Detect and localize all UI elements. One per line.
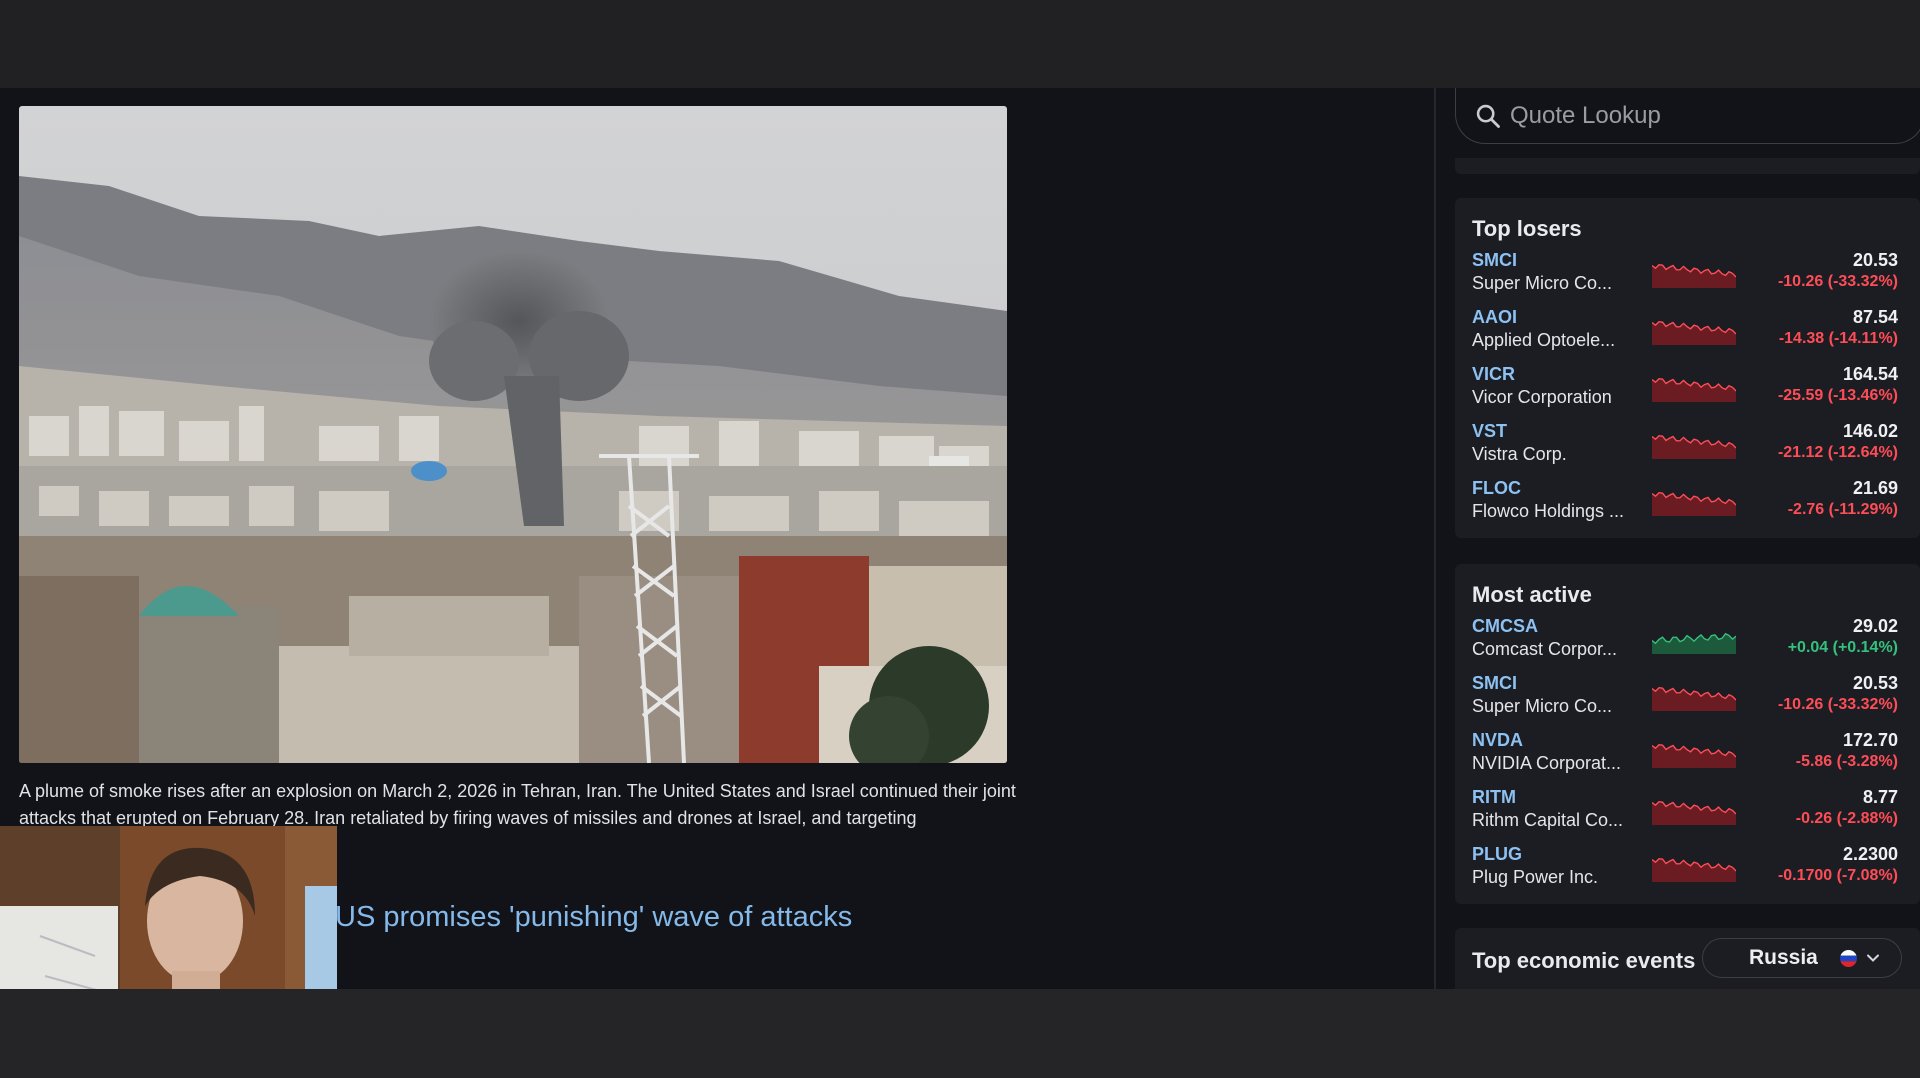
ticker-symbol[interactable]: RITM (1472, 787, 1516, 808)
quote-lookup-placeholder: Quote Lookup (1510, 101, 1661, 129)
country-select[interactable]: Russia (1702, 938, 1902, 978)
quote-lookup-strip (1455, 158, 1920, 174)
photo-caption: A plume of smoke rises after an explosio… (19, 781, 1016, 828)
company-name: Applied Optoele... (1472, 330, 1616, 350)
price-change: -25.59 (-13.46%) (1777, 387, 1898, 404)
quote-row-floc[interactable]: FLOC Flowco Holdings ... 21.69 -2.76 (-11.2… (1472, 478, 1910, 535)
price-change: -0.1700 (-7.08%) (1777, 867, 1898, 884)
sparkline-chart (1652, 686, 1736, 711)
price-change: -10.26 (-33.32%) (1777, 696, 1898, 713)
price-change: -2.76 (-11.29%) (1787, 501, 1898, 518)
economic-events-card: Top economic events Russia (1455, 928, 1920, 998)
last-price: 29.02 (1852, 616, 1898, 636)
sparkline-chart (1652, 320, 1736, 345)
most-active-card: Most active CMCSA Comcast Corpor... 29.02 +… (1455, 564, 1920, 904)
most-active-list: CMCSA Comcast Corpor... 29.02 +0.04 (+0.14%… (1472, 616, 1910, 901)
price-change: -5.86 (-3.28%) (1795, 753, 1898, 770)
ticker-symbol[interactable]: FLOC (1472, 478, 1521, 499)
price-change: -21.12 (-12.64%) (1777, 444, 1898, 461)
price-change: -10.26 (-33.32%) (1777, 273, 1898, 290)
ticker-symbol[interactable]: SMCI (1472, 250, 1517, 271)
last-price: 164.54 (1842, 364, 1898, 384)
last-price: 8.77 (1862, 787, 1898, 807)
search-icon (1476, 104, 1500, 128)
sparkline-chart (1652, 491, 1736, 516)
quote-row-vst[interactable]: VST Vistra Corp. 146.02 -21.12 (-12.64%) (1472, 421, 1910, 478)
company-name: Plug Power Inc. (1472, 867, 1599, 887)
sparkline-chart (1652, 743, 1736, 768)
sparkline-chart (1652, 434, 1736, 459)
quote-row-vicr[interactable]: VICR Vicor Corporation 164.54 -25.59 (-13.4… (1472, 364, 1910, 421)
ticker-symbol[interactable]: PLUG (1472, 844, 1522, 865)
sparkline-chart (1652, 800, 1736, 825)
ticker-symbol[interactable]: CMCSA (1472, 616, 1538, 637)
bottom-band (0, 989, 1920, 1078)
sparkline-chart (1652, 263, 1736, 288)
quote-row-smci[interactable]: SMCI Super Micro Co... 20.53 -10.26 (-33.32… (1472, 673, 1910, 730)
last-price: 146.02 (1842, 421, 1898, 441)
company-name: Super Micro Co... (1472, 273, 1613, 293)
last-price: 87.54 (1852, 307, 1898, 327)
chevron-down-icon (1867, 954, 1879, 962)
company-name: Comcast Corpor... (1472, 639, 1618, 659)
article-headline-link[interactable]: US promises 'punishing' wave of attacks (335, 901, 852, 934)
quote-row-cmcsa[interactable]: CMCSA Comcast Corpor... 29.02 +0.04 (+0.14%… (1472, 616, 1910, 673)
ticker-symbol[interactable]: AAOI (1472, 307, 1517, 328)
company-name: Vistra Corp. (1472, 444, 1567, 464)
company-name: NVIDIA Corporat... (1472, 753, 1622, 773)
price-change: -0.26 (-2.88%) (1795, 810, 1898, 827)
ticker-symbol[interactable]: SMCI (1472, 673, 1517, 694)
ticker-symbol[interactable]: VST (1472, 421, 1507, 442)
last-price: 20.53 (1852, 673, 1898, 693)
top-losers-list: SMCI Super Micro Co... 20.53 -10.26 (-33.32… (1472, 250, 1910, 535)
company-name: Rithm Capital Co... (1472, 810, 1624, 830)
country-select-value: Russia (1749, 946, 1818, 969)
economic-events-title[interactable]: Top economic events (1472, 948, 1695, 974)
quote-row-smci[interactable]: SMCI Super Micro Co... 20.53 -10.26 (-33.32… (1472, 250, 1910, 307)
company-name: Super Micro Co... (1472, 696, 1613, 716)
last-price: 172.70 (1842, 730, 1898, 750)
last-price: 2.2300 (1842, 844, 1898, 864)
top-losers-title[interactable]: Top losers (1472, 216, 1582, 242)
quote-row-nvda[interactable]: NVDA NVIDIA Corporat... 172.70 -5.86 (-3.28… (1472, 730, 1910, 787)
russia-flag-icon (1840, 950, 1857, 967)
column-divider (1434, 88, 1436, 989)
quote-row-ritm[interactable]: RITM Rithm Capital Co... 8.77 -0.26 (-2.88%… (1472, 787, 1910, 844)
quote-lookup-input[interactable]: Quote Lookup (1455, 88, 1920, 144)
sparkline-chart (1652, 857, 1736, 882)
price-change: +0.04 (+0.14%) (1787, 639, 1898, 656)
top-losers-card: Top losers SMCI Super Micro Co... 20.53 -10… (1455, 198, 1920, 538)
sparkline-chart (1652, 632, 1736, 654)
quote-row-aaoi[interactable]: AAOI Applied Optoele... 87.54 -14.38 (-14.1… (1472, 307, 1910, 364)
quote-row-plug[interactable]: PLUG Plug Power Inc. 2.2300 -0.1700 (-7.08%… (1472, 844, 1910, 901)
sparkline-chart (1652, 377, 1736, 402)
ticker-symbol[interactable]: NVDA (1472, 730, 1523, 751)
company-name: Vicor Corporation (1472, 387, 1612, 407)
top-band (0, 0, 1920, 88)
last-price: 20.53 (1852, 250, 1898, 270)
company-name: Flowco Holdings ... (1472, 501, 1625, 521)
price-change: -14.38 (-14.11%) (1778, 330, 1898, 347)
article-photo-image (19, 106, 1007, 763)
last-price: 21.69 (1852, 478, 1898, 498)
ticker-symbol[interactable]: VICR (1472, 364, 1515, 385)
most-active-title[interactable]: Most active (1472, 582, 1592, 608)
article-photo[interactable] (19, 106, 1007, 763)
